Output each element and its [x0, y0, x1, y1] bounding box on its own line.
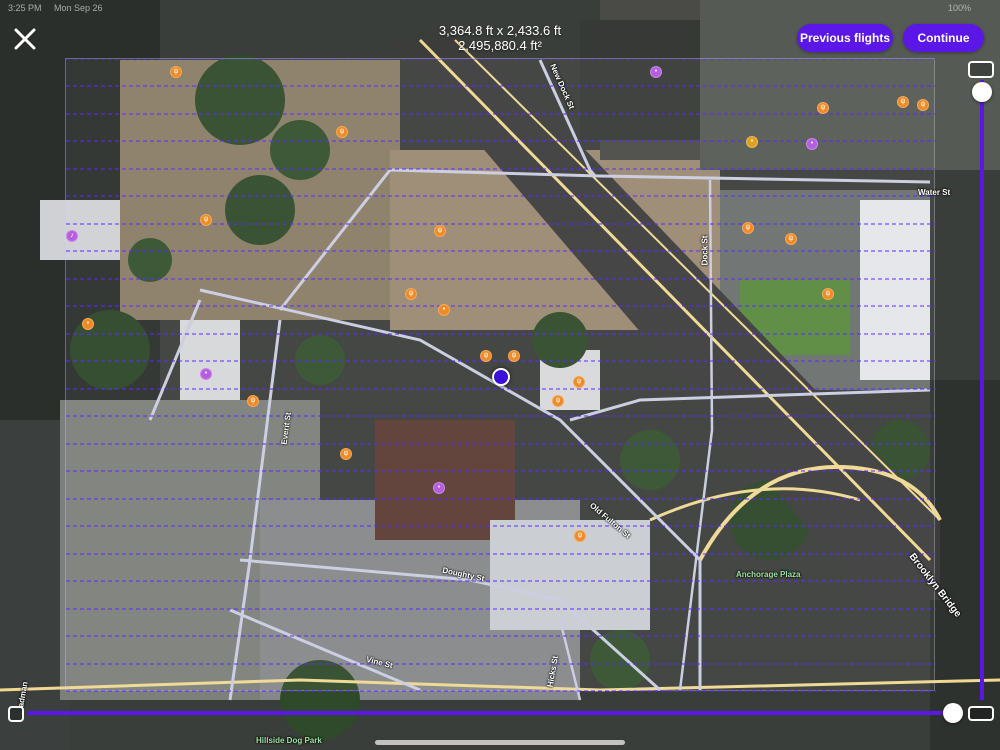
home-indicator[interactable] — [375, 740, 625, 745]
close-icon — [14, 28, 36, 50]
restaurant-poi-icon[interactable]: ψ — [200, 214, 212, 226]
restaurant-poi-icon[interactable]: ψ — [817, 102, 829, 114]
status-date: Mon Sep 26 — [54, 3, 103, 13]
restaurant-poi-icon[interactable]: ψ — [917, 99, 929, 111]
park-label-anchorage-plaza: Anchorage Plaza — [736, 570, 801, 579]
restaurant-poi-icon[interactable]: ψ — [742, 222, 754, 234]
restaurant-poi-icon[interactable]: ψ — [247, 395, 259, 407]
vertical-size-slider-track[interactable] — [980, 80, 984, 700]
restaurant-poi-icon[interactable]: ψ — [340, 448, 352, 460]
shopping-poi-icon[interactable]: • — [200, 368, 212, 380]
food-poi-icon[interactable]: • — [746, 136, 758, 148]
close-button[interactable] — [12, 26, 38, 52]
place-poi-icon[interactable]: • — [82, 318, 94, 330]
status-battery: 100% — [948, 3, 972, 13]
shrink-horizontal-icon[interactable] — [8, 706, 24, 722]
street-label-dock-st: Dock St — [700, 235, 710, 266]
area-text: 2,495,880.4 ft² — [458, 38, 542, 53]
music-poi-icon[interactable]: ♪ — [66, 230, 78, 242]
status-time: 3:25 PM — [8, 3, 42, 13]
continue-button[interactable]: Continue — [903, 24, 984, 52]
restaurant-poi-icon[interactable]: ψ — [508, 350, 520, 362]
street-label-water-st: Water St — [918, 188, 951, 197]
restaurant-poi-icon[interactable]: ψ — [405, 288, 417, 300]
restaurant-poi-icon[interactable]: ψ — [336, 126, 348, 138]
restaurant-poi-icon[interactable]: ψ — [785, 233, 797, 245]
dimensions-text: 3,364.8 ft x 2,433.6 ft — [438, 23, 562, 38]
expand-horizontal-icon[interactable] — [968, 706, 994, 721]
restaurant-poi-icon[interactable]: ψ — [574, 530, 586, 542]
restaurant-poi-icon[interactable]: ψ — [573, 376, 585, 388]
horizontal-size-slider-track[interactable] — [28, 711, 960, 715]
restaurant-poi-icon[interactable]: ψ — [822, 288, 834, 300]
horizontal-size-slider-handle[interactable] — [943, 703, 963, 723]
restaurant-poi-icon[interactable]: ψ — [434, 225, 446, 237]
area-dimensions: 3,364.8 ft x 2,433.6 ft 2,495,880.4 ft² — [380, 23, 620, 53]
restaurant-poi-icon[interactable]: ψ — [170, 66, 182, 78]
place-poi-icon[interactable]: • — [438, 304, 450, 316]
previous-flights-button[interactable]: Previous flights — [797, 24, 893, 52]
restaurant-poi-icon[interactable]: ψ — [480, 350, 492, 362]
current-location-icon[interactable] — [492, 368, 510, 386]
shrink-vertical-icon[interactable] — [968, 61, 994, 78]
vertical-size-slider-handle[interactable] — [972, 82, 992, 102]
shopping-poi-icon[interactable]: • — [806, 138, 818, 150]
restaurant-poi-icon[interactable]: ψ — [897, 96, 909, 108]
restaurant-poi-icon[interactable]: ψ — [552, 395, 564, 407]
shopping-poi-icon[interactable]: • — [650, 66, 662, 78]
shopping-poi-icon[interactable]: • — [433, 482, 445, 494]
park-label-hillside-dog-park: Hillside Dog Park — [256, 736, 322, 745]
